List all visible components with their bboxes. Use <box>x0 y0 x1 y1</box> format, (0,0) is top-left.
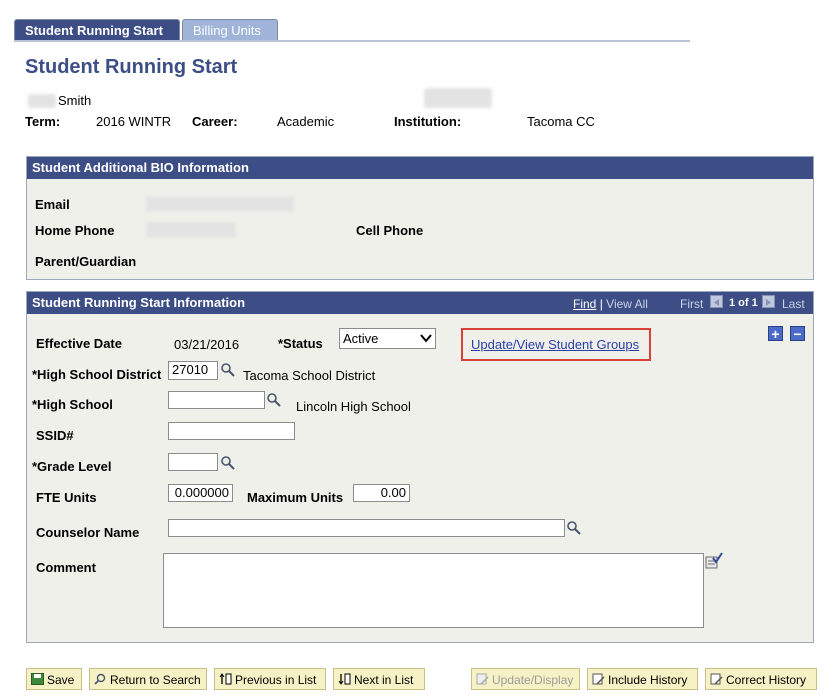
effective-date-value: 03/21/2016 <box>174 337 240 352</box>
career-value: Academic <box>277 114 335 129</box>
view-all-link[interactable]: View All <box>606 297 648 311</box>
next-list-icon <box>338 673 351 685</box>
fte-units-label: FTE Units <box>36 490 97 505</box>
correct-history-button[interactable]: Correct History <box>705 668 817 690</box>
tab-divider <box>14 40 690 42</box>
high-school-district-desc: Tacoma School District <box>243 368 376 383</box>
career-label: Career: <box>192 114 238 129</box>
ssid-input[interactable] <box>168 422 295 440</box>
next-in-list-label: Next in List <box>354 673 414 687</box>
redacted-student-id <box>424 88 492 108</box>
page-title: Student Running Start <box>25 56 238 78</box>
update-display-button[interactable]: Update/Display <box>471 668 580 690</box>
include-history-icon <box>592 673 605 685</box>
search-icon[interactable] <box>220 455 236 471</box>
bio-group-header: Student Additional BIO Information <box>27 157 813 179</box>
nav-separator: | <box>599 297 603 311</box>
save-button[interactable]: Save <box>26 668 82 690</box>
maximum-units-input[interactable]: 0.00 <box>353 484 410 502</box>
previous-in-list-label: Previous in List <box>235 673 317 687</box>
include-history-label: Include History <box>608 673 688 687</box>
institution-value: Tacoma CC <box>527 114 595 129</box>
find-link[interactable]: Find <box>573 297 596 311</box>
redacted-first-name <box>28 94 56 108</box>
effective-date-label: Effective Date <box>36 336 122 351</box>
add-row-button[interactable]: + <box>768 326 783 341</box>
status-selected-value: Active <box>343 331 379 346</box>
next-arrow-icon[interactable] <box>762 295 775 308</box>
return-search-icon <box>94 673 106 685</box>
bio-group: Student Additional BIO Information <box>26 156 814 280</box>
student-last-name: Smith <box>58 93 92 108</box>
return-to-search-button[interactable]: Return to Search <box>89 668 207 690</box>
search-icon[interactable] <box>266 392 282 408</box>
save-label: Save <box>47 673 75 687</box>
status-select[interactable]: Active <box>339 328 436 349</box>
return-to-search-label: Return to Search <box>110 673 201 687</box>
previous-list-icon <box>219 673 232 685</box>
update-display-label: Update/Display <box>492 673 574 687</box>
institution-label: Institution: <box>394 114 462 129</box>
comment-label: Comment <box>36 560 96 575</box>
redacted-email <box>146 196 294 212</box>
next-in-list-button[interactable]: Next in List <box>333 668 425 690</box>
fte-units-input[interactable]: 0.000000 <box>168 484 233 502</box>
home-phone-label: Home Phone <box>35 223 115 238</box>
high-school-district-label: *High School District <box>32 367 162 382</box>
term-label: Term: <box>25 114 61 129</box>
maximum-units-label: Maximum Units <box>247 490 344 505</box>
grid-nav: Find | View All <box>573 297 648 311</box>
search-icon[interactable] <box>566 520 582 536</box>
parent-guardian-label: Parent/Guardian <box>35 254 137 269</box>
ssid-label: SSID# <box>36 428 74 443</box>
spellcheck-icon[interactable] <box>705 552 723 570</box>
include-history-button[interactable]: Include History <box>587 668 698 690</box>
grade-level-label: *Grade Level <box>32 459 112 474</box>
save-icon <box>31 673 44 685</box>
prev-arrow-icon[interactable] <box>710 295 723 308</box>
counselor-name-label: Counselor Name <box>36 525 140 540</box>
redacted-home-phone <box>146 222 236 238</box>
update-display-icon <box>476 673 489 685</box>
tab-billing-units[interactable]: Billing Units <box>182 19 278 41</box>
chevron-down-icon <box>420 334 432 343</box>
term-value: 2016 WINTR <box>96 114 172 129</box>
previous-in-list-button[interactable]: Previous in List <box>214 668 326 690</box>
correct-history-icon <box>710 673 723 685</box>
status-label: *Status <box>278 336 323 351</box>
grade-level-input[interactable] <box>168 453 218 471</box>
high-school-label: *High School <box>32 397 113 412</box>
high-school-input[interactable] <box>168 391 265 409</box>
update-view-student-groups-link[interactable]: Update/View Student Groups <box>471 337 639 352</box>
last-label[interactable]: Last <box>782 297 805 311</box>
high-school-district-input[interactable]: 27010 <box>168 361 218 380</box>
tab-student-running-start[interactable]: Student Running Start <box>14 19 180 41</box>
delete-row-button[interactable]: − <box>790 326 805 341</box>
correct-history-label: Correct History <box>726 673 807 687</box>
email-label: Email <box>35 197 70 212</box>
cell-phone-label: Cell Phone <box>356 223 424 238</box>
first-label[interactable]: First <box>680 297 703 311</box>
search-icon[interactable] <box>220 362 236 378</box>
counselor-name-input[interactable] <box>168 519 565 537</box>
comment-textarea[interactable] <box>163 553 704 628</box>
high-school-desc: Lincoln High School <box>296 399 411 414</box>
row-count: 1 of 1 <box>729 297 758 309</box>
